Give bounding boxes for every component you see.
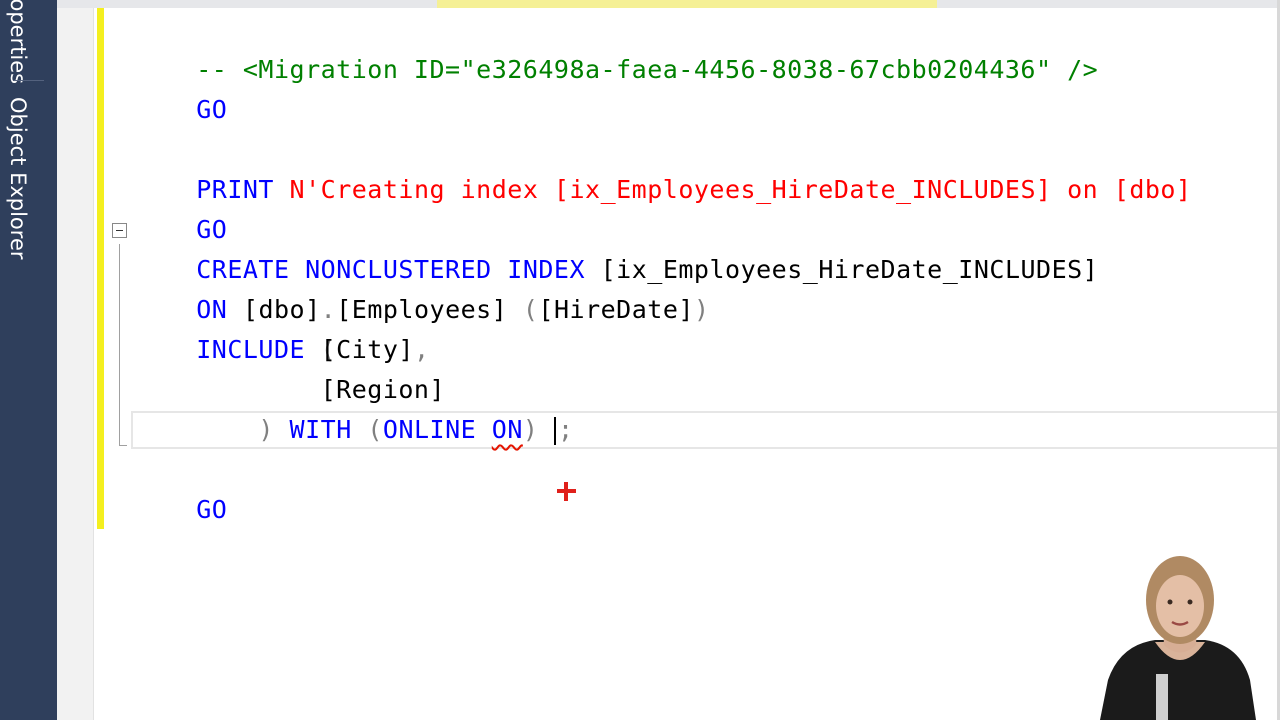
code-line-9[interactable]: [City], [134, 330, 430, 370]
presenter-video [1100, 556, 1256, 720]
code-line-5[interactable]: GO [134, 170, 227, 244]
close-paren: ) [522, 415, 539, 444]
tab-separator [14, 80, 44, 81]
editor-gutter [57, 8, 94, 720]
editor-tab-strip [57, 0, 1280, 8]
code-line-10[interactable]: [Region] [134, 370, 445, 410]
with-keyword: WITH [289, 415, 352, 444]
on-keyword-error: ON [491, 415, 523, 444]
close-paren: ) [693, 295, 710, 324]
column-city: [City] [320, 335, 414, 364]
code-line-2[interactable]: GO [134, 50, 227, 124]
online-keyword: ONLINE [382, 415, 477, 444]
go-keyword: GO [196, 95, 228, 124]
code-line-8[interactable]: INCLUDE ( [134, 290, 336, 364]
column-hiredate: [HireDate] [538, 295, 694, 324]
outline-guide-end [119, 445, 127, 446]
code-line-6[interactable]: CREATE NONCLUSTERED INDEX [ix_Employees_… [134, 210, 1098, 284]
outline-collapse-icon[interactable] [112, 223, 127, 238]
code-line-1[interactable]: -- <Migration ID="e326498a-faea-4456-803… [134, 10, 1098, 84]
open-paren: ( [522, 295, 539, 324]
crosshair-cursor-icon [557, 482, 576, 501]
query-editor[interactable]: -- <Migration ID="e326498a-faea-4456-803… [57, 0, 1280, 720]
open-paren: ( [367, 415, 383, 444]
code-line-7[interactable]: ON [dbo].[Employees] ([HireDate]) [134, 250, 710, 324]
tab-object-explorer[interactable]: Object Explorer [6, 97, 30, 260]
close-paren: ) [258, 415, 274, 444]
code-line-4[interactable]: PRINT N'Creating index [ix_Employees_Hir… [134, 130, 1192, 204]
active-tab-highlight [437, 0, 937, 8]
code-line-12[interactable]: GO [134, 450, 227, 524]
text-caret [554, 417, 556, 445]
print-string: N'Creating index [ix_Employees_HireDate_… [289, 175, 1192, 204]
tab-properties[interactable]: Properties [6, 0, 30, 84]
code-line-11[interactable]: ) WITH (ONLINE ON) ; [134, 410, 574, 450]
comma: , [413, 335, 430, 364]
migration-comment: -- <Migration ID="e326498a-faea-4456-803… [196, 55, 1099, 84]
tool-window-strip: Properties Object Explorer [0, 0, 57, 720]
change-tracking-bar [97, 8, 104, 529]
outline-guide [119, 244, 120, 446]
column-region: [Region] [320, 375, 446, 404]
go-keyword: GO [196, 495, 228, 524]
semicolon: ; [558, 415, 574, 444]
table-name: [Employees] [336, 295, 508, 324]
